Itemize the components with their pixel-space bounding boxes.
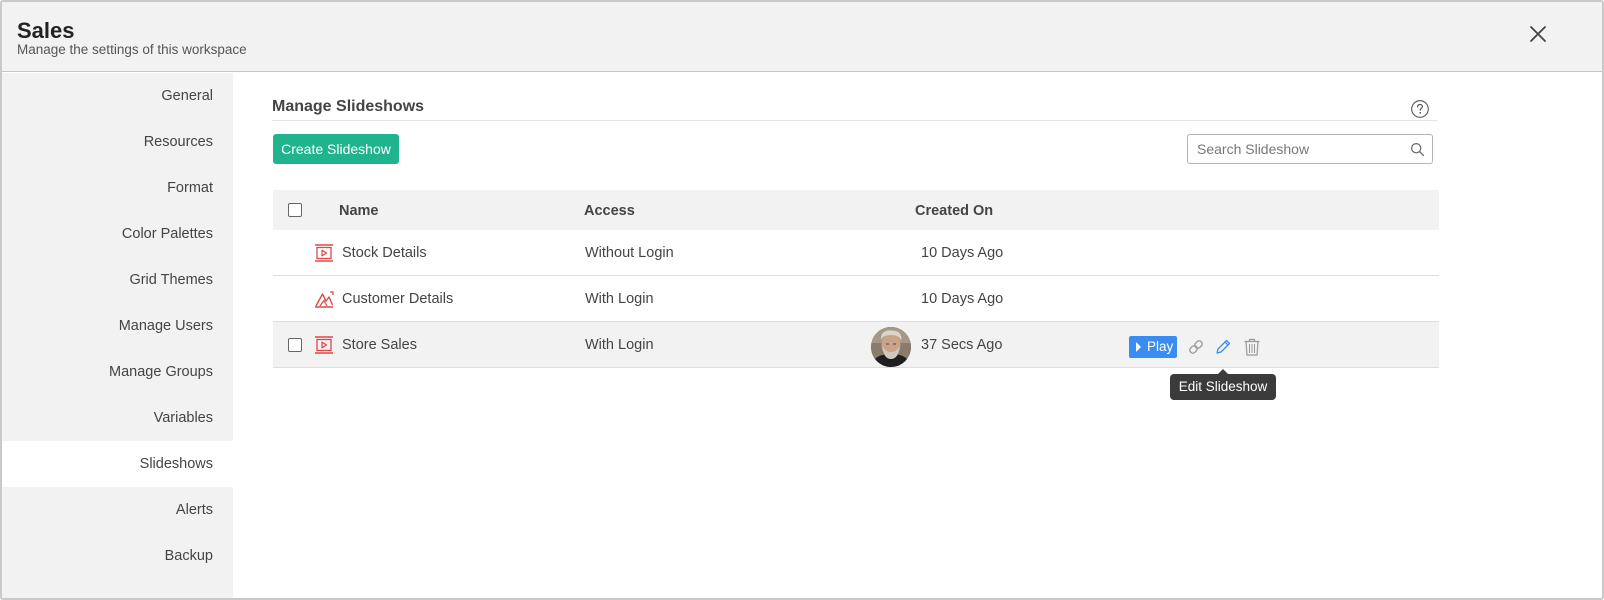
slideshow-created-on: 37 Secs Ago — [921, 337, 1003, 353]
title-divider — [272, 120, 1438, 121]
sidebar-item-manage-users[interactable]: Manage Users — [2, 303, 233, 349]
tooltip-text: Edit Slideshow — [1178, 379, 1268, 394]
tooltip-arrow — [1218, 369, 1228, 374]
search-input[interactable] — [1197, 140, 1397, 158]
workspace-title: Sales — [17, 18, 75, 43]
slideshow-name[interactable]: Stock Details — [342, 230, 427, 276]
sidebar-item-color-palettes[interactable]: Color Palettes — [2, 211, 233, 257]
table-row[interactable]: Stock Details Without Login 10 Days Ago — [273, 230, 1439, 276]
link-icon[interactable] — [1187, 338, 1205, 356]
sidebar-item-resources[interactable]: Resources — [2, 119, 233, 165]
section-title: Manage Slideshows — [272, 98, 425, 115]
slideshow-access: With Login — [585, 291, 654, 307]
chart-slideshow-icon — [314, 290, 334, 308]
create-slideshow-button[interactable]: Create Slideshow — [273, 134, 399, 164]
column-header-access[interactable]: Access — [584, 190, 635, 232]
sidebar-item-backup[interactable]: Backup — [2, 533, 233, 579]
sidebar-item-format[interactable]: Format — [2, 165, 233, 211]
trash-icon[interactable] — [1243, 338, 1261, 356]
search-icon[interactable] — [1410, 142, 1425, 157]
dialog-header: Sales Manage the settings of this worksp… — [2, 2, 1602, 72]
slideshow-icon — [314, 244, 334, 262]
slideshow-created-on: 10 Days Ago — [921, 245, 1004, 261]
pencil-icon[interactable] — [1214, 338, 1232, 356]
column-header-created-on[interactable]: Created On — [915, 190, 993, 232]
slideshow-icon — [314, 336, 334, 354]
avatar — [871, 327, 911, 367]
slideshow-created-on: 10 Days Ago — [921, 291, 1004, 307]
close-icon[interactable] — [1526, 22, 1550, 46]
sidebar-item-general[interactable]: General — [2, 73, 233, 119]
workspace-subtitle: Manage the settings of this workspace — [17, 42, 247, 57]
table-row[interactable]: Customer Details With Login 10 Days Ago — [273, 276, 1439, 322]
slideshow-access: Without Login — [585, 245, 674, 261]
sidebar-item-slideshows[interactable]: Slideshows — [2, 441, 233, 487]
sidebar-item-grid-themes[interactable]: Grid Themes — [2, 257, 233, 303]
settings-dialog: Sales Manage the settings of this worksp… — [0, 0, 1604, 600]
question-icon[interactable] — [1410, 99, 1430, 119]
table-row[interactable]: Store Sales With Login 37 Secs Ago Play — [273, 322, 1439, 368]
table-header: Name Access Created On — [273, 190, 1439, 230]
slideshow-name[interactable]: Store Sales — [342, 322, 417, 368]
slideshow-access: With Login — [585, 337, 654, 353]
play-button[interactable]: Play — [1129, 336, 1177, 358]
play-label: Play — [1147, 339, 1174, 354]
sidebar-item-variables[interactable]: Variables — [2, 395, 233, 441]
sidebar-item-alerts[interactable]: Alerts — [2, 487, 233, 533]
sidebar-item-manage-groups[interactable]: Manage Groups — [2, 349, 233, 395]
play-icon — [1136, 342, 1141, 352]
settings-sidebar: General Resources Format Color Palettes … — [2, 73, 233, 598]
slideshow-name[interactable]: Customer Details — [342, 276, 453, 322]
column-header-name[interactable]: Name — [339, 190, 379, 232]
main-content: Manage Slideshows Create Slideshow Name … — [233, 73, 1602, 598]
search-box — [1187, 134, 1433, 164]
edit-slideshow-tooltip: Edit Slideshow — [1170, 369, 1276, 400]
row-checkbox[interactable] — [288, 338, 302, 352]
select-all-checkbox[interactable] — [288, 203, 302, 217]
